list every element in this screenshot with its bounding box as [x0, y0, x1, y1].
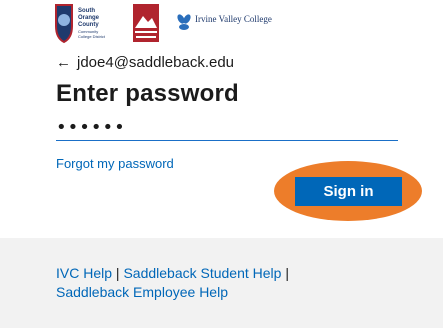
- link-separator: |: [112, 265, 124, 281]
- socccd-logo-line: County: [78, 22, 99, 28]
- employee-help-link[interactable]: Saddleback Employee Help: [56, 284, 228, 300]
- forgot-password-link[interactable]: Forgot my password: [56, 156, 174, 171]
- socccd-logo-line: South: [78, 8, 95, 14]
- ivc-logo-text: Irvine Valley College: [195, 14, 272, 24]
- ivc-logo: Irvine Valley College: [175, 12, 275, 34]
- account-identity: ← jdoe4@saddleback.edu: [56, 54, 234, 71]
- logo-bar: South Orange County Community College Di…: [52, 2, 292, 44]
- help-links: IVC Help | Saddleback Student Help | Sad…: [56, 264, 386, 302]
- page-title: Enter password: [56, 80, 239, 107]
- account-email: jdoe4@saddleback.edu: [77, 54, 235, 71]
- link-separator: |: [281, 265, 289, 281]
- student-help-link[interactable]: Saddleback Student Help: [123, 265, 281, 281]
- password-field[interactable]: [56, 114, 398, 141]
- ivc-help-link[interactable]: IVC Help: [56, 265, 112, 281]
- sign-in-button[interactable]: Sign in: [295, 177, 402, 206]
- socccd-logo-line: College District: [78, 34, 106, 39]
- saddleback-logo: [133, 4, 159, 42]
- socccd-logo-line: Orange: [78, 15, 100, 21]
- left-arrow-icon[interactable]: ←: [56, 54, 71, 71]
